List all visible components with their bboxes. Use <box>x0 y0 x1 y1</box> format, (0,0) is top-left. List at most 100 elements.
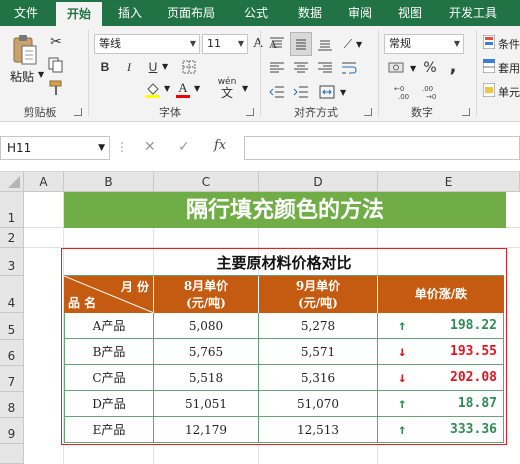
drag-handle-icon[interactable]: ⋮ <box>116 140 128 154</box>
header-sep-cell[interactable]: 9月单价 (元/吨) <box>259 276 378 313</box>
header-change-cell[interactable]: 单价涨/跌 <box>378 276 504 313</box>
format-painter-icon[interactable] <box>46 78 66 98</box>
comma-button[interactable]: , <box>444 56 462 77</box>
chevron-down-icon[interactable]: ▼ <box>242 84 248 93</box>
format-table-button[interactable]: 套用 <box>498 60 520 76</box>
chevron-down-icon[interactable]: ▼ <box>410 64 416 73</box>
enter-icon[interactable]: ✓ <box>178 139 190 155</box>
row-header-4[interactable]: 4 <box>0 276 24 313</box>
align-left-icon[interactable] <box>266 58 288 78</box>
align-bottom-icon[interactable] <box>314 34 336 54</box>
tab-developer[interactable]: 开发工具 <box>442 0 504 26</box>
decrease-indent-icon[interactable] <box>266 82 288 102</box>
align-center-icon[interactable] <box>290 58 312 78</box>
header-corner-cell[interactable]: 月 份 品 名 <box>64 276 154 313</box>
product-name-cell[interactable]: B产品 <box>64 339 154 365</box>
tab-page-layout[interactable]: 页面布局 <box>160 0 222 26</box>
chevron-down-icon[interactable]: ▼ <box>356 40 362 49</box>
cell-styles-icon[interactable] <box>482 82 496 98</box>
row-header-3[interactable]: 3 <box>0 248 24 276</box>
change-cell[interactable]: ↑ 18.87 <box>378 391 504 417</box>
currency-icon[interactable] <box>384 58 410 78</box>
increase-decimal-icon[interactable]: ←0.00 <box>392 82 416 102</box>
row-header-9[interactable]: 9 <box>0 418 24 444</box>
merge-center-icon[interactable] <box>316 82 338 102</box>
chevron-down-icon[interactable]: ▼ <box>164 84 170 93</box>
number-launcher-icon[interactable] <box>462 108 470 116</box>
row-header-10[interactable] <box>0 444 24 464</box>
cancel-icon[interactable]: ✕ <box>144 139 156 155</box>
aug-price-cell[interactable]: 5,518 <box>154 365 259 391</box>
product-name-cell[interactable]: D产品 <box>64 391 154 417</box>
tab-home[interactable]: 开始 <box>56 2 102 26</box>
border-icon[interactable] <box>178 58 200 76</box>
font-launcher-icon[interactable] <box>246 108 254 116</box>
product-name-cell[interactable]: C产品 <box>64 365 154 391</box>
bold-button[interactable]: B <box>96 58 114 76</box>
cell-styles-button[interactable]: 单元 <box>498 84 520 100</box>
select-all-corner[interactable] <box>0 172 24 192</box>
change-cell[interactable]: ↓ 202.08 <box>378 365 504 391</box>
sep-price-cell[interactable]: 5,278 <box>259 313 378 339</box>
font-color-button[interactable]: A <box>174 78 192 100</box>
paste-dropdown-icon[interactable]: ▼ <box>38 70 44 79</box>
orientation-icon[interactable]: ⟋ <box>338 34 358 54</box>
aug-price-cell[interactable]: 5,765 <box>154 339 259 365</box>
alignment-launcher-icon[interactable] <box>364 108 372 116</box>
increase-indent-icon[interactable] <box>290 82 312 102</box>
chevron-down-icon[interactable]: ▼ <box>194 84 200 93</box>
change-cell[interactable]: ↑ 198.22 <box>378 313 504 339</box>
tab-file[interactable]: 文件 <box>8 0 44 26</box>
row-header-2[interactable]: 2 <box>0 228 24 248</box>
number-format-select[interactable]: 常规 ▼ <box>384 34 464 54</box>
sep-price-cell[interactable]: 5,316 <box>259 365 378 391</box>
column-header-e[interactable]: E <box>378 172 520 192</box>
grow-font-button[interactable]: A <box>250 34 266 54</box>
font-size-select[interactable]: 11 ▼ <box>202 34 248 54</box>
cut-icon[interactable]: ✂ <box>46 32 66 52</box>
wrap-text-icon[interactable] <box>338 58 360 78</box>
align-right-icon[interactable] <box>314 58 336 78</box>
percent-button[interactable]: % <box>420 58 440 78</box>
aug-price-cell[interactable]: 12,179 <box>154 417 259 443</box>
fill-color-icon[interactable] <box>142 80 164 100</box>
underline-button[interactable]: U <box>144 58 162 76</box>
formula-input[interactable] <box>244 136 520 160</box>
row-header-6[interactable]: 6 <box>0 340 24 366</box>
conditional-format-button[interactable]: 条件 <box>498 36 520 52</box>
tab-review[interactable]: 审阅 <box>340 0 380 26</box>
product-name-cell[interactable]: A产品 <box>64 313 154 339</box>
row-header-8[interactable]: 8 <box>0 392 24 418</box>
tab-insert[interactable]: 插入 <box>112 0 148 26</box>
sep-price-cell[interactable]: 51,070 <box>259 391 378 417</box>
align-top-icon[interactable] <box>266 34 288 54</box>
sep-price-cell[interactable]: 5,571 <box>259 339 378 365</box>
header-aug-cell[interactable]: 8月单价 (元/吨) <box>154 276 259 313</box>
sep-price-cell[interactable]: 12,513 <box>259 417 378 443</box>
chevron-down-icon[interactable]: ▼ <box>340 88 346 97</box>
paste-button[interactable]: 粘贴 <box>10 68 34 85</box>
change-cell[interactable]: ↑ 333.36 <box>378 417 504 443</box>
aug-price-cell[interactable]: 5,080 <box>154 313 259 339</box>
column-header-a[interactable]: A <box>24 172 64 192</box>
italic-button[interactable]: I <box>120 58 138 76</box>
row-header-7[interactable]: 7 <box>0 366 24 392</box>
decrease-decimal-icon[interactable]: .00 →0 <box>420 82 444 102</box>
chevron-down-icon[interactable]: ▼ <box>162 62 168 71</box>
tab-view[interactable]: 视图 <box>390 0 430 26</box>
product-name-cell[interactable]: E产品 <box>64 417 154 443</box>
insert-function-icon[interactable]: fx <box>214 138 226 153</box>
copy-icon[interactable] <box>46 56 66 74</box>
paste-icon[interactable] <box>10 32 40 68</box>
phonetic-button[interactable]: wén 文 <box>214 76 240 100</box>
row-header-1[interactable]: 1 <box>0 192 24 228</box>
font-name-select[interactable]: 等线 ▼ <box>94 34 200 54</box>
column-header-c[interactable]: C <box>154 172 259 192</box>
tab-data[interactable]: 数据 <box>290 0 330 26</box>
align-middle-icon[interactable] <box>290 32 312 56</box>
table-title-cell[interactable]: 主要原材料价格对比 <box>64 251 504 276</box>
name-box[interactable]: H11 ▼ <box>0 136 110 160</box>
column-header-b[interactable]: B <box>64 172 154 192</box>
row-header-5[interactable]: 5 <box>0 313 24 340</box>
aug-price-cell[interactable]: 51,051 <box>154 391 259 417</box>
